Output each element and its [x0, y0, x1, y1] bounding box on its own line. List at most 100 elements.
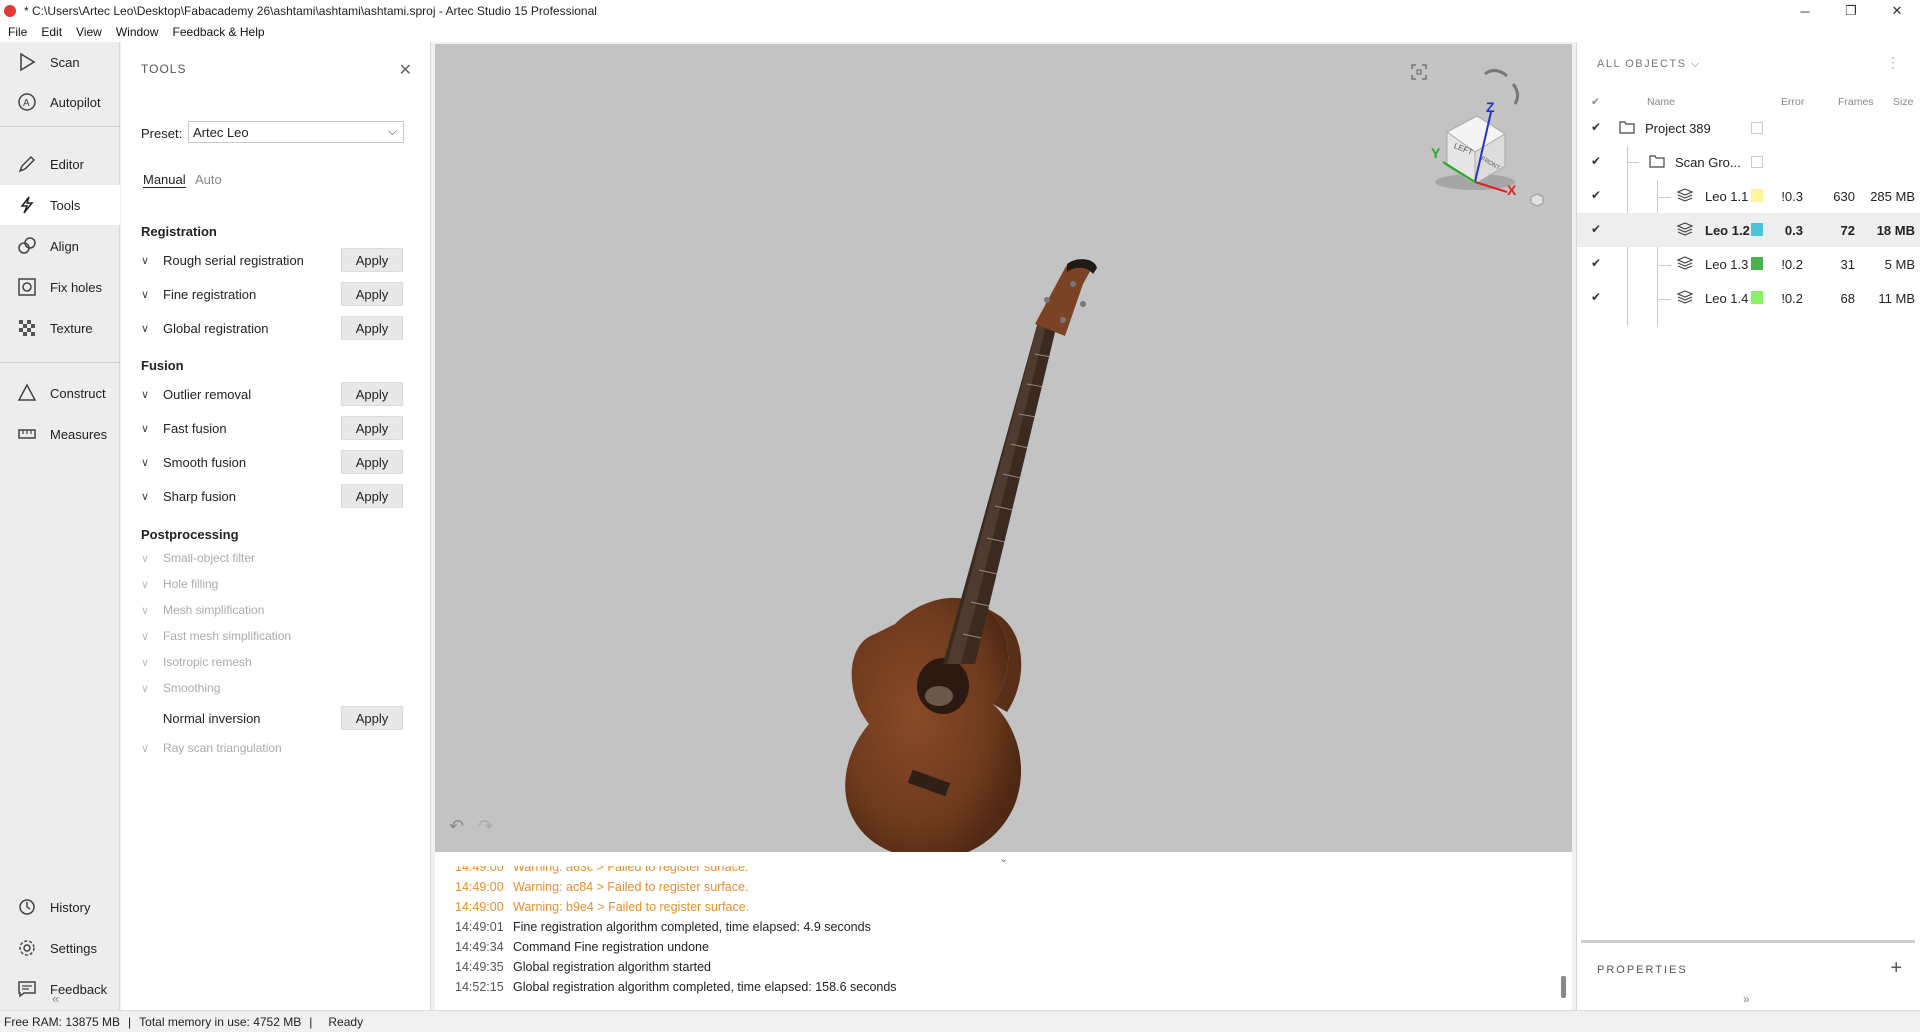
color-swatch[interactable] — [1751, 223, 1763, 236]
3d-viewport[interactable]: Z Y X LEFT FRONT ↶ ↷ — [435, 44, 1572, 860]
visibility-check[interactable]: ✔ — [1591, 290, 1601, 304]
scan-frames: 72 — [1840, 223, 1855, 238]
visibility-check[interactable]: ✔ — [1591, 188, 1601, 202]
scan-row[interactable]: ✔ Leo 1.1 !0.3 630 285 MB — [1577, 179, 1920, 213]
redo-icon[interactable]: ↷ — [478, 816, 493, 837]
nav-label: Editor — [50, 156, 84, 172]
apply-button[interactable]: Apply — [341, 282, 403, 306]
apply-button[interactable]: Apply — [341, 316, 403, 340]
menu-feedback-help[interactable]: Feedback & Help — [173, 25, 265, 39]
undo-icon[interactable]: ↶ — [449, 816, 464, 837]
chevron-down-icon[interactable]: ∨ — [141, 422, 163, 435]
nav-fix-holes[interactable]: Fix holes — [0, 267, 120, 307]
preset-dropdown[interactable]: Artec Leo ⌵ — [188, 121, 404, 143]
chevron-down-icon[interactable]: ∨ — [141, 322, 163, 335]
apply-button[interactable]: Apply — [341, 382, 403, 406]
nav-construct[interactable]: Construct — [0, 373, 120, 413]
maximize-button[interactable]: ❐ — [1828, 0, 1874, 22]
color-swatch[interactable] — [1751, 189, 1763, 202]
column-check[interactable]: ✔ — [1591, 96, 1600, 108]
tool-hole-filling[interactable]: ∨ Hole filling — [141, 572, 403, 596]
tab-manual[interactable]: Manual — [143, 172, 186, 188]
nav-align[interactable]: Align — [0, 226, 120, 266]
tool-fast-mesh-simplification[interactable]: ∨ Fast mesh simplification — [141, 624, 403, 648]
tool-mesh-simplification[interactable]: ∨ Mesh simplification — [141, 598, 403, 622]
nav-measures[interactable]: Measures — [0, 414, 120, 454]
expand-panel-button[interactable]: » — [1743, 992, 1750, 1006]
tool-smoothing[interactable]: ∨ Smoothing — [141, 676, 403, 700]
edit-icon[interactable] — [1751, 122, 1763, 134]
svg-text:A: A — [23, 98, 30, 109]
close-window-button[interactable]: ✕ — [1874, 0, 1920, 22]
tab-auto[interactable]: Auto — [195, 172, 222, 187]
scan-model-ukulele[interactable] — [765, 244, 1125, 864]
menu-edit[interactable]: Edit — [41, 25, 62, 39]
chevron-down-icon: ∨ — [141, 630, 150, 643]
tool-small-object-filter[interactable]: ∨ Small-object filter — [141, 546, 403, 570]
column-size[interactable]: Size — [1893, 96, 1913, 108]
nav-editor[interactable]: Editor — [0, 144, 120, 184]
scan-row-selected[interactable]: ✔ Leo 1.2 0.3 72 18 MB — [1577, 213, 1920, 247]
menu-view[interactable]: View — [76, 25, 102, 39]
close-tools-button[interactable]: ✕ — [399, 60, 412, 80]
console-collapse-button[interactable]: ⌄ — [435, 852, 1572, 866]
tool-smooth-fusion[interactable]: ∨ Smooth fusion Apply — [141, 450, 403, 474]
tool-normal-inversion[interactable]: Normal inversion Apply — [141, 706, 403, 730]
collapse-nav-button[interactable]: « — [52, 991, 59, 1006]
tool-outlier-removal[interactable]: ∨ Outlier removal Apply — [141, 382, 403, 406]
tool-fine-registration[interactable]: ∨ Fine registration Apply — [141, 282, 403, 306]
more-options-icon[interactable]: ⋮ — [1886, 54, 1900, 71]
tree-row-scan-group[interactable]: ✔ Scan Gro... — [1577, 145, 1920, 179]
chevron-down-icon[interactable]: ∨ — [141, 288, 163, 301]
tool-rough-serial-registration[interactable]: ∨ Rough serial registration Apply — [141, 248, 403, 272]
chevron-down-icon[interactable]: ∨ — [141, 490, 163, 503]
all-objects-label: ALL OBJECTS — [1597, 58, 1687, 70]
scan-row[interactable]: ✔ Leo 1.3 !0.2 31 5 MB — [1577, 247, 1920, 281]
column-error[interactable]: Error — [1781, 96, 1804, 108]
visibility-check[interactable]: ✔ — [1591, 120, 1601, 134]
tool-label: Smooth fusion — [163, 454, 247, 470]
tool-fast-fusion[interactable]: ∨ Fast fusion Apply — [141, 416, 403, 440]
tool-global-registration[interactable]: ∨ Global registration Apply — [141, 316, 403, 340]
apply-button[interactable]: Apply — [341, 706, 403, 730]
apply-button[interactable]: Apply — [341, 416, 403, 440]
nav-texture[interactable]: Texture — [0, 308, 120, 348]
chevron-down-icon[interactable]: ∨ — [141, 254, 163, 267]
visibility-check[interactable]: ✔ — [1591, 256, 1601, 270]
nav-autopilot[interactable]: A Autopilot — [0, 82, 120, 122]
console-scrollbar[interactable] — [1561, 976, 1566, 998]
column-name[interactable]: Name — [1647, 96, 1675, 108]
minimize-button[interactable]: ─ — [1782, 0, 1828, 22]
panel-splitter[interactable] — [1581, 940, 1915, 943]
apply-button[interactable]: Apply — [341, 248, 403, 272]
apply-button[interactable]: Apply — [341, 484, 403, 508]
scan-row[interactable]: ✔ Leo 1.4 !0.2 68 11 MB — [1577, 281, 1920, 315]
column-frames[interactable]: Frames — [1838, 96, 1874, 108]
edit-icon[interactable] — [1751, 156, 1763, 168]
chevron-down-icon[interactable]: ∨ — [141, 388, 163, 401]
tool-sharp-fusion[interactable]: ∨ Sharp fusion Apply — [141, 484, 403, 508]
scan-error: !0.2 — [1781, 257, 1803, 272]
nav-scan[interactable]: Scan — [0, 42, 120, 82]
color-swatch[interactable] — [1751, 291, 1763, 304]
cube-small-icon[interactable] — [1529, 192, 1545, 208]
add-property-button[interactable]: + — [1890, 957, 1902, 980]
all-objects-dropdown[interactable]: ALL OBJECTS ⌵ — [1597, 58, 1701, 71]
tool-isotropic-remesh[interactable]: ∨ Isotropic remesh — [141, 650, 403, 674]
tool-ray-scan-triangulation[interactable]: ∨ Ray scan triangulation — [141, 736, 403, 760]
chevron-down-icon[interactable]: ∨ — [141, 456, 163, 469]
nav-label: Scan — [50, 54, 80, 70]
menu-window[interactable]: Window — [116, 25, 159, 39]
tree-row-project[interactable]: ✔ Project 389 — [1577, 111, 1920, 145]
apply-button[interactable]: Apply — [341, 450, 403, 474]
nav-settings[interactable]: Settings — [0, 928, 120, 968]
menu-file[interactable]: File — [8, 25, 27, 39]
visibility-check[interactable]: ✔ — [1591, 222, 1601, 236]
nav-history[interactable]: History — [0, 887, 120, 927]
editor-icon — [16, 153, 38, 175]
color-swatch[interactable] — [1751, 257, 1763, 270]
nav-feedback[interactable]: Feedback — [0, 969, 120, 1009]
autopilot-icon: A — [16, 91, 38, 113]
nav-tools[interactable]: Tools — [0, 185, 120, 225]
visibility-check[interactable]: ✔ — [1591, 154, 1601, 168]
